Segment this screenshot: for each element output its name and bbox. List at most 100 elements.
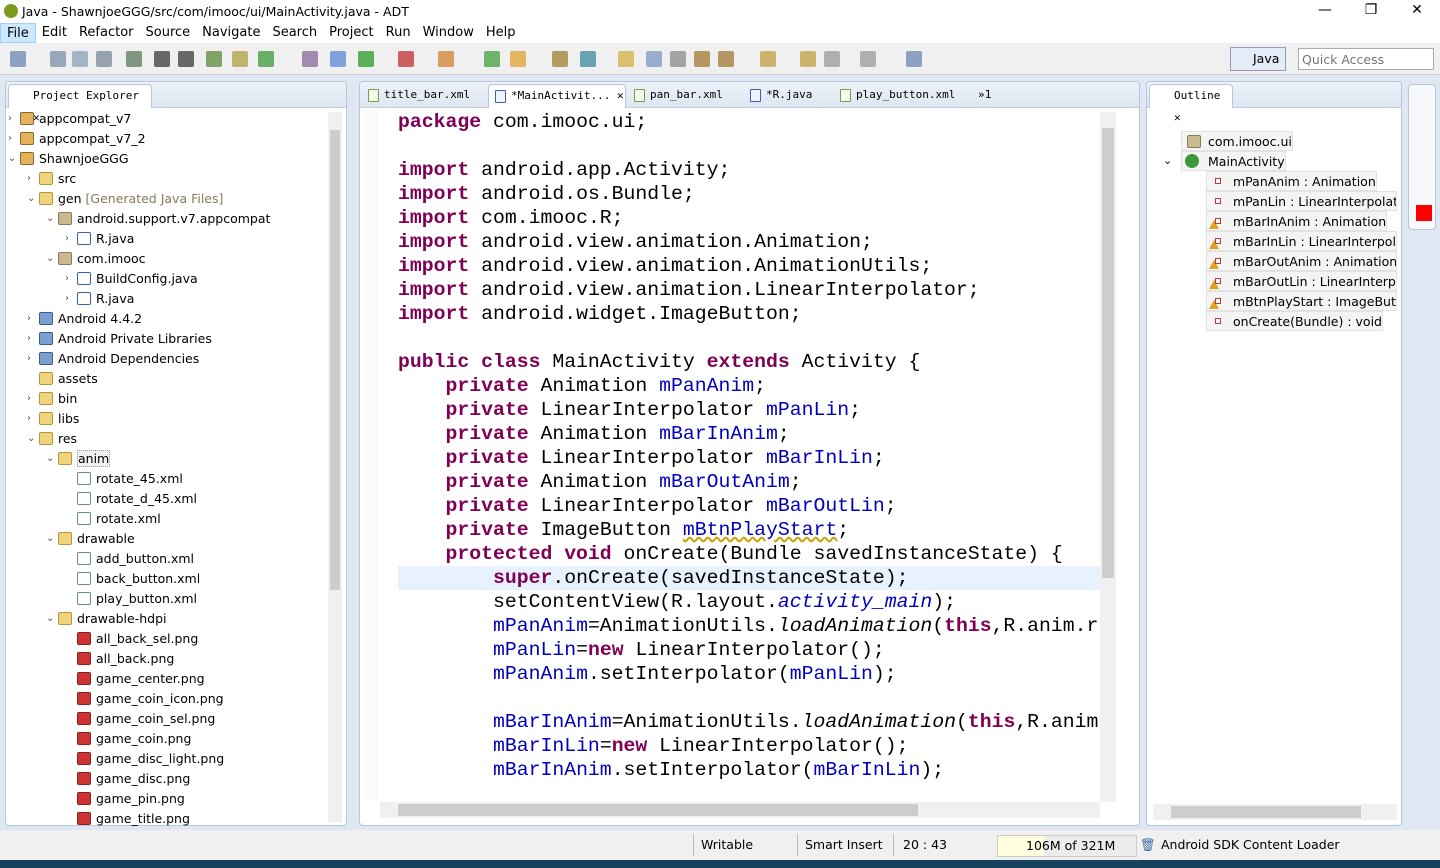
toolbar-button-13[interactable] — [358, 51, 374, 67]
tree-item[interactable]: ⌄ anim — [46, 449, 111, 469]
expand-arrow[interactable]: ⌄ — [27, 189, 39, 209]
toolbar-button-8[interactable] — [206, 51, 222, 67]
tree-item[interactable]: ⌄ ShawnjoeGGG — [8, 149, 129, 169]
horizontal-scrollbar[interactable] — [380, 802, 1100, 818]
tree-item[interactable]: rotate.xml — [77, 509, 161, 529]
outline-member[interactable]: mBarOutAnim : Animation — [1206, 251, 1397, 271]
menu-refactor[interactable]: Refactor — [73, 23, 140, 43]
expand-arrow[interactable]: › — [8, 129, 20, 149]
menu-file[interactable]: File — [0, 23, 36, 43]
tree-item[interactable]: ⌄ drawable — [46, 529, 135, 549]
outline-member[interactable]: mBarOutLin : LinearInterpolator — [1206, 271, 1397, 291]
outline-scrollbar[interactable] — [1153, 804, 1397, 820]
toolbar-button-20[interactable] — [618, 51, 634, 67]
toolbar-button-9[interactable] — [232, 51, 248, 67]
menu-edit[interactable]: Edit — [36, 23, 73, 43]
perspective-java-button[interactable]: Java — [1230, 47, 1286, 71]
outline-package[interactable]: com.imooc.ui — [1181, 131, 1293, 151]
expand-arrow[interactable]: › — [65, 229, 77, 249]
menu-source[interactable]: Source — [140, 23, 197, 43]
toolbar-button-22[interactable] — [670, 51, 686, 67]
expand-arrow[interactable]: › — [27, 309, 39, 329]
tree-item[interactable]: › libs — [27, 409, 79, 429]
toolbar-button-19[interactable] — [580, 51, 596, 67]
tree-item[interactable]: back_button.xml — [77, 569, 200, 589]
minimize-button[interactable]: — — [1302, 0, 1348, 23]
toolbar-button-4[interactable] — [96, 51, 112, 67]
tree-item[interactable]: game_coin.png — [77, 729, 191, 749]
expand-arrow[interactable]: ⌄ — [46, 249, 58, 269]
restore-button[interactable]: ❐ — [1348, 0, 1394, 23]
menu-help[interactable]: Help — [480, 23, 522, 43]
outline-member[interactable]: mPanLin : LinearInterpolator — [1206, 191, 1397, 211]
outline-member[interactable]: onCreate(Bundle) : void — [1206, 311, 1383, 331]
tab-editor-file[interactable]: *MainActivit... ✕ — [488, 84, 626, 108]
expand-arrow[interactable]: ⌄ — [27, 429, 39, 449]
outline-class[interactable]: MainActivity — [1181, 151, 1286, 171]
tree-item[interactable]: rotate_45.xml — [77, 469, 183, 489]
toolbar-button-3[interactable] — [72, 51, 88, 67]
toolbar-button-21[interactable] — [646, 51, 662, 67]
toolbar-button-6[interactable] — [154, 51, 170, 67]
expand-arrow[interactable]: › — [27, 409, 39, 429]
close-icon[interactable]: ✕ — [1174, 111, 1181, 124]
toolbar-button-23[interactable] — [694, 51, 710, 67]
tree-item[interactable]: › R.java — [65, 229, 134, 249]
outline-member[interactable]: mPanAnim : Animation — [1206, 171, 1377, 191]
explorer-scrollbar[interactable] — [328, 112, 342, 822]
toolbar-button-15[interactable] — [438, 51, 454, 67]
tab-editor-file[interactable]: play_button.xml — [834, 84, 955, 108]
tree-item[interactable]: play_button.xml — [77, 589, 197, 609]
close-button[interactable]: ✕ — [1394, 0, 1440, 23]
tree-item[interactable]: game_coin_sel.png — [77, 709, 215, 729]
menu-run[interactable]: Run — [380, 23, 417, 43]
tree-item[interactable]: game_coin_icon.png — [77, 689, 224, 709]
expand-arrow[interactable]: › — [65, 269, 77, 289]
expand-arrow[interactable]: › — [8, 109, 20, 129]
toolbar-button-1[interactable] — [10, 51, 26, 67]
tree-item[interactable]: all_back.png — [77, 649, 174, 669]
toolbar-button-25[interactable] — [760, 51, 776, 67]
expand-arrow[interactable]: ⌄ — [8, 149, 20, 169]
toolbar-button-28[interactable] — [860, 51, 876, 67]
tree-item[interactable]: › Android Dependencies — [27, 349, 199, 369]
outline-member[interactable]: mBarInLin : LinearInterpolator — [1206, 231, 1397, 251]
tree-item[interactable]: › src — [27, 169, 76, 189]
toolbar-button-10[interactable] — [258, 51, 274, 67]
toolbar-button-11[interactable] — [302, 51, 318, 67]
tree-item[interactable]: game_center.png — [77, 669, 205, 689]
expand-arrow[interactable]: › — [27, 349, 39, 369]
menu-project[interactable]: Project — [323, 23, 379, 43]
toolbar-button-12[interactable] — [330, 51, 346, 67]
tree-item[interactable]: game_disc.png — [77, 769, 190, 789]
tree-item[interactable]: game_disc_light.png — [77, 749, 224, 769]
tab-outline[interactable]: Outline ✕ — [1149, 84, 1233, 124]
toolbar-button-18[interactable] — [552, 51, 568, 67]
expand-arrow[interactable]: ⌄ — [1163, 154, 1172, 167]
toolbar-button-14[interactable] — [398, 51, 414, 67]
garbage-collect-icon[interactable]: 🗑 — [1140, 837, 1156, 853]
toolbar-button-27[interactable] — [824, 51, 840, 67]
toolbar-button-24[interactable] — [718, 51, 734, 67]
expand-arrow[interactable]: ⌄ — [46, 209, 58, 229]
tree-item[interactable]: › BuildConfig.java — [65, 269, 198, 289]
toolbar-button-16[interactable] — [484, 51, 500, 67]
tab-editor-file[interactable]: *R.java — [744, 84, 832, 108]
outline-member[interactable]: mBtnPlayStart : ImageButton — [1206, 291, 1397, 311]
outline-member[interactable]: mBarInAnim : Animation — [1206, 211, 1388, 231]
toolbar-button-17[interactable] — [510, 51, 526, 67]
expand-arrow[interactable]: ⌄ — [46, 609, 58, 629]
tree-item[interactable]: › R.java — [65, 289, 134, 309]
quick-access-input[interactable] — [1298, 48, 1434, 70]
tree-item[interactable]: ⌄ drawable-hdpi — [46, 609, 167, 629]
vertical-scrollbar[interactable] — [1100, 112, 1116, 802]
tree-item[interactable]: › appcompat_v7 — [8, 109, 131, 129]
expand-arrow[interactable]: › — [27, 389, 39, 409]
tree-item[interactable]: › Android Private Libraries — [27, 329, 212, 349]
tab-project-explorer[interactable]: Project Explorer ✕ — [8, 84, 152, 124]
close-icon[interactable]: ✕ — [617, 89, 624, 102]
tree-item[interactable]: ⌄ com.imooc — [46, 249, 146, 269]
tree-item[interactable]: › appcompat_v7_2 — [8, 129, 146, 149]
menu-navigate[interactable]: Navigate — [196, 23, 266, 43]
tree-item[interactable]: game_pin.png — [77, 789, 185, 809]
